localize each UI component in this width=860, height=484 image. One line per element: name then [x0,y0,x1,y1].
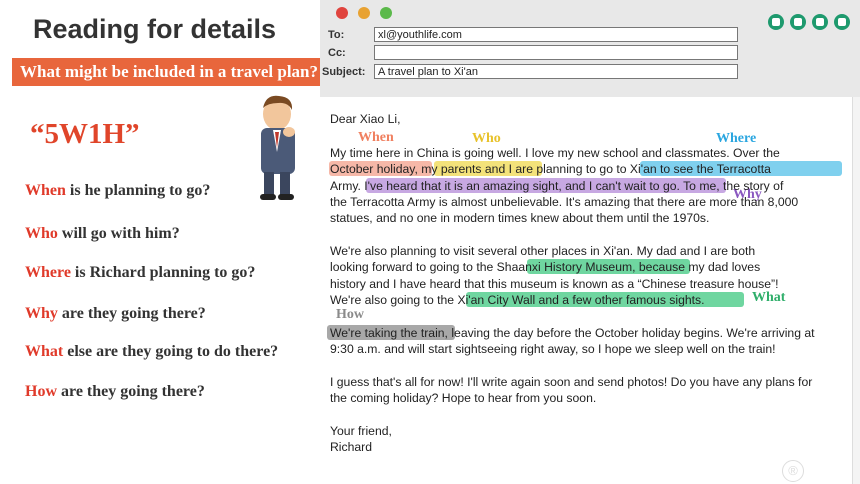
letter-line: statues, and no one in modern times knew… [330,211,710,225]
minimize-dot[interactable] [358,7,370,19]
letter-line: the Terracotta Army is almost unbelievab… [330,195,799,209]
save-icon[interactable] [768,14,784,30]
tag-how: How [336,307,364,322]
question-where: Where is Richard planning to go? [25,264,256,281]
close-dot[interactable] [336,7,348,19]
letter-closing: Your friend, [330,424,392,438]
zoom-dot[interactable] [380,7,392,19]
settings-icon[interactable] [834,14,850,30]
tag-where: Where [716,131,757,146]
print-icon[interactable] [812,14,828,30]
slide-title: Reading for details [33,14,277,44]
question-why: Why are they going there? [25,305,206,322]
letter-line: history and I have heard that this museu… [330,277,779,291]
letter-greeting: Dear Xiao Li, [330,112,401,126]
subject-label: Subject: [322,66,366,78]
to-label: To: [328,29,345,41]
email-header: To: xl@youthlife.com Cc: Subject: A trav… [320,0,860,98]
letter-line: looking forward to going to the Shaanxi … [330,260,761,274]
tag-when: When [358,130,394,145]
letter-line: We're also going to the Xi'an City Wall … [330,293,705,307]
question-what: What else are they going to do there? [25,343,279,360]
cc-label: Cc: [328,47,346,59]
scrollbar[interactable] [852,97,860,484]
cc-field[interactable] [374,45,738,60]
tag-who: Who [472,131,501,146]
folder-icon[interactable] [790,14,806,30]
letter-line: October holiday, my parents and I are pl… [330,162,771,176]
letter-line: 9:30 a.m. and will start sightseeing rig… [330,342,776,356]
letter-signature: Richard [330,440,372,454]
registered-watermark-icon: ® [782,460,804,482]
letter-line: I guess that's all for now! I'll write a… [330,375,813,389]
question-how: How are they going there? [25,383,205,400]
five-w-heading: “5W1H” [30,118,140,150]
to-field[interactable]: xl@youthlife.com [374,27,738,42]
question-when: When is he planning to go? [25,182,211,199]
subject-field[interactable]: A travel plan to Xi'an [374,64,738,79]
tag-what: What [752,290,786,305]
question-banner: What might be included in a travel plan? [12,58,334,86]
letter-line: We're also planning to visit several oth… [330,244,756,258]
letter-line: We're taking the train, leaving the day … [330,326,815,340]
teacher-figure [260,95,295,200]
letter-line: Army. I've heard that it is an amazing s… [330,179,784,193]
letter-line: the coming holiday? Hope to hear from yo… [330,391,597,405]
question-who: Who will go with him? [25,225,180,242]
letter-line: My time here in China is going well. I l… [330,146,780,160]
